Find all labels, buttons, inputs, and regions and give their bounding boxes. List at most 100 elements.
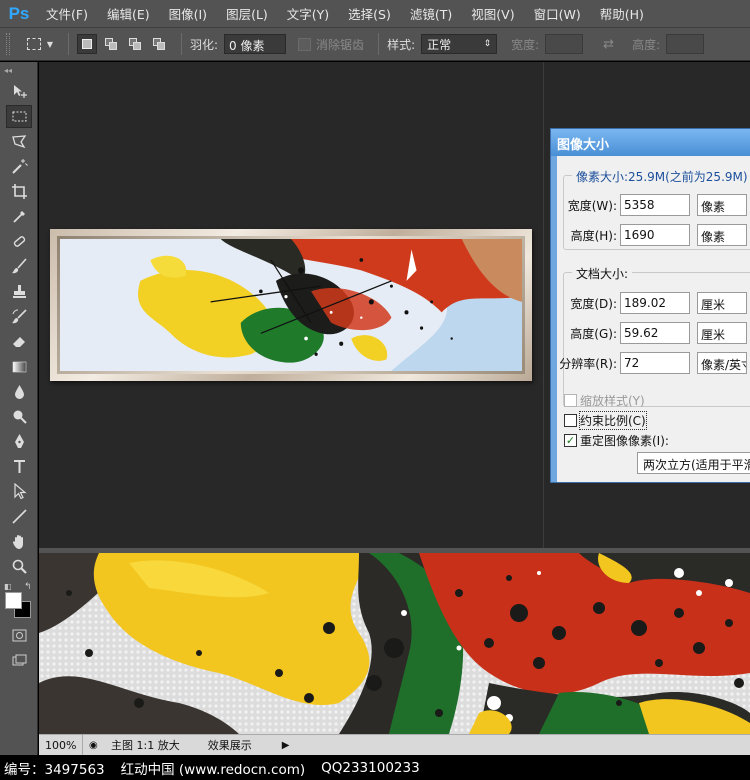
default-colors-icon[interactable]: ◧ — [4, 582, 12, 591]
site-credit: 红动中国 (www.redocn.com) — [120, 761, 306, 778]
effect-label: 效果展示 — [207, 739, 252, 752]
dialog-body: 像素大小:25.9M(之前为25.9M) 宽度(W): 5358 像素 高度(H… — [557, 156, 750, 482]
pixel-height-unit-select[interactable]: 像素 — [697, 224, 747, 246]
collapse-icon[interactable]: ◂◂ — [4, 66, 12, 75]
type-tool[interactable] — [6, 455, 32, 478]
resample-row: ✓ 重定图像像素(I): — [564, 432, 669, 449]
toolbox-header[interactable]: ◂◂ — [0, 62, 37, 78]
menu-edit[interactable]: 编辑(E) — [107, 4, 150, 23]
brush-icon — [11, 258, 27, 274]
resolution-input[interactable]: 72 — [620, 352, 690, 374]
pen-icon — [14, 434, 24, 448]
height-input[interactable] — [666, 34, 705, 54]
doc-width-input[interactable]: 189.02 — [620, 292, 690, 314]
pixel-width-input[interactable]: 5358 — [620, 194, 690, 216]
constrain-checkbox[interactable] — [564, 414, 577, 427]
pixel-dimensions-title: 像素大小:25.9M(之前为25.9M) — [572, 168, 750, 185]
doc-width-unit-select[interactable]: 厘米 — [697, 292, 747, 314]
history-brush-tool[interactable] — [6, 305, 32, 328]
healing-brush-tool[interactable] — [6, 230, 32, 253]
menu-layer[interactable]: 图层(L) — [226, 4, 268, 23]
move-icon — [13, 85, 27, 98]
divider — [181, 33, 182, 55]
doc-width-label: 宽度(D): — [570, 296, 617, 311]
foreground-color[interactable] — [5, 592, 22, 609]
resolution-label: 分辨率(R): — [559, 356, 617, 371]
doc-height-input[interactable]: 59.62 — [620, 322, 690, 344]
resample-checkbox[interactable]: ✓ — [564, 434, 577, 447]
menu-type[interactable]: 文字(Y) — [287, 4, 329, 23]
menu-help[interactable]: 帮助(H) — [600, 4, 644, 23]
rect-marquee-tool[interactable] — [6, 105, 32, 128]
intersect-selection-button[interactable] — [149, 34, 169, 54]
resolution-unit-select[interactable]: 像素/英寸 — [697, 352, 747, 374]
pixel-width-row: 宽度(W): 5358 像素 — [557, 194, 747, 216]
tool-preset-picker[interactable]: ▼ — [20, 32, 60, 56]
framed-artwork[interactable] — [50, 229, 532, 381]
menu-image[interactable]: 图像(I) — [169, 4, 207, 23]
chevron-down-icon: ▼ — [46, 39, 54, 49]
lasso-icon — [11, 135, 26, 149]
eyedropper-tool[interactable] — [6, 205, 32, 228]
screen-mode-button[interactable] — [6, 649, 32, 672]
line-tool[interactable] — [6, 505, 32, 528]
pixel-height-input[interactable]: 1690 — [620, 224, 690, 246]
scale-styles-checkbox[interactable] — [564, 394, 577, 407]
quick-mask-button[interactable] — [6, 624, 32, 647]
menu-file[interactable]: 文件(F) — [46, 4, 88, 23]
path-select-icon — [13, 483, 27, 500]
add-selection-button[interactable] — [101, 34, 121, 54]
zoom-level[interactable]: 100% — [39, 735, 83, 755]
type-icon — [13, 460, 25, 473]
subtract-selection-button[interactable] — [125, 34, 145, 54]
eraser-tool[interactable] — [6, 330, 32, 353]
crop-tool[interactable] — [6, 180, 32, 203]
magic-wand-tool[interactable] — [6, 155, 32, 178]
zoom-tool[interactable] — [6, 555, 32, 578]
doc-height-unit-select[interactable]: 厘米 — [697, 322, 747, 344]
hand-tool[interactable] — [6, 530, 32, 553]
play-arrow-icon[interactable]: ▶ — [282, 740, 290, 751]
style-select[interactable]: 正常 ⇕ — [421, 34, 498, 54]
dodge-icon — [13, 410, 27, 424]
clone-stamp-tool[interactable] — [6, 280, 32, 303]
color-swatches: ◧ ↰ — [0, 582, 38, 622]
brush-tool[interactable] — [6, 255, 32, 278]
feather-label: 羽化: — [190, 37, 219, 52]
blur-tool[interactable] — [6, 380, 32, 403]
divider — [68, 33, 69, 55]
move-tool[interactable] — [6, 80, 32, 103]
pixel-width-label: 宽度(W): — [567, 198, 617, 213]
feather-input[interactable]: 0 像素 — [224, 34, 287, 54]
options-grip[interactable] — [6, 33, 10, 55]
antialias-label: 消除锯齿 — [316, 37, 365, 52]
lasso-tool[interactable] — [6, 130, 32, 153]
style-label: 样式: — [387, 37, 416, 52]
pen-tool[interactable] — [6, 430, 32, 453]
gradient-tool[interactable] — [6, 355, 32, 378]
add-selection-icon — [105, 38, 117, 50]
antialias-checkbox[interactable] — [298, 37, 312, 51]
resample-method-select[interactable]: 两次立方(适用于平滑渐变) — [637, 452, 750, 474]
rect-marquee-icon — [26, 38, 41, 50]
swap-colors-icon[interactable]: ↰ — [24, 582, 32, 592]
qq-contact: QQ233100233 — [321, 759, 420, 776]
path-select-tool[interactable] — [6, 480, 32, 503]
status-info-icon[interactable]: ◉ — [89, 740, 105, 751]
swap-icon[interactable]: ⇄ — [603, 37, 614, 52]
clone-stamp-icon — [12, 285, 26, 298]
menu-view[interactable]: 视图(V) — [471, 4, 514, 23]
dodge-tool[interactable] — [6, 405, 32, 428]
watermark-footer: 编号：3497563 红动中国 (www.redocn.com) QQ23310… — [0, 755, 750, 780]
new-selection-button[interactable] — [77, 34, 97, 54]
menu-window[interactable]: 窗口(W) — [534, 4, 581, 23]
width-input[interactable] — [545, 34, 584, 54]
updown-icon: ⇕ — [483, 39, 492, 49]
menu-filter[interactable]: 滤镜(T) — [410, 4, 452, 23]
dialog-title[interactable]: 图像大小 — [551, 129, 750, 156]
doc-info: 主图 1:1 放大 — [111, 739, 180, 752]
doc-height-label: 高度(G): — [570, 326, 617, 341]
pixel-width-unit-select[interactable]: 像素 — [697, 194, 747, 216]
resolution-row: 分辨率(R): 72 像素/英寸 — [557, 352, 747, 374]
menu-select[interactable]: 选择(S) — [348, 4, 391, 23]
